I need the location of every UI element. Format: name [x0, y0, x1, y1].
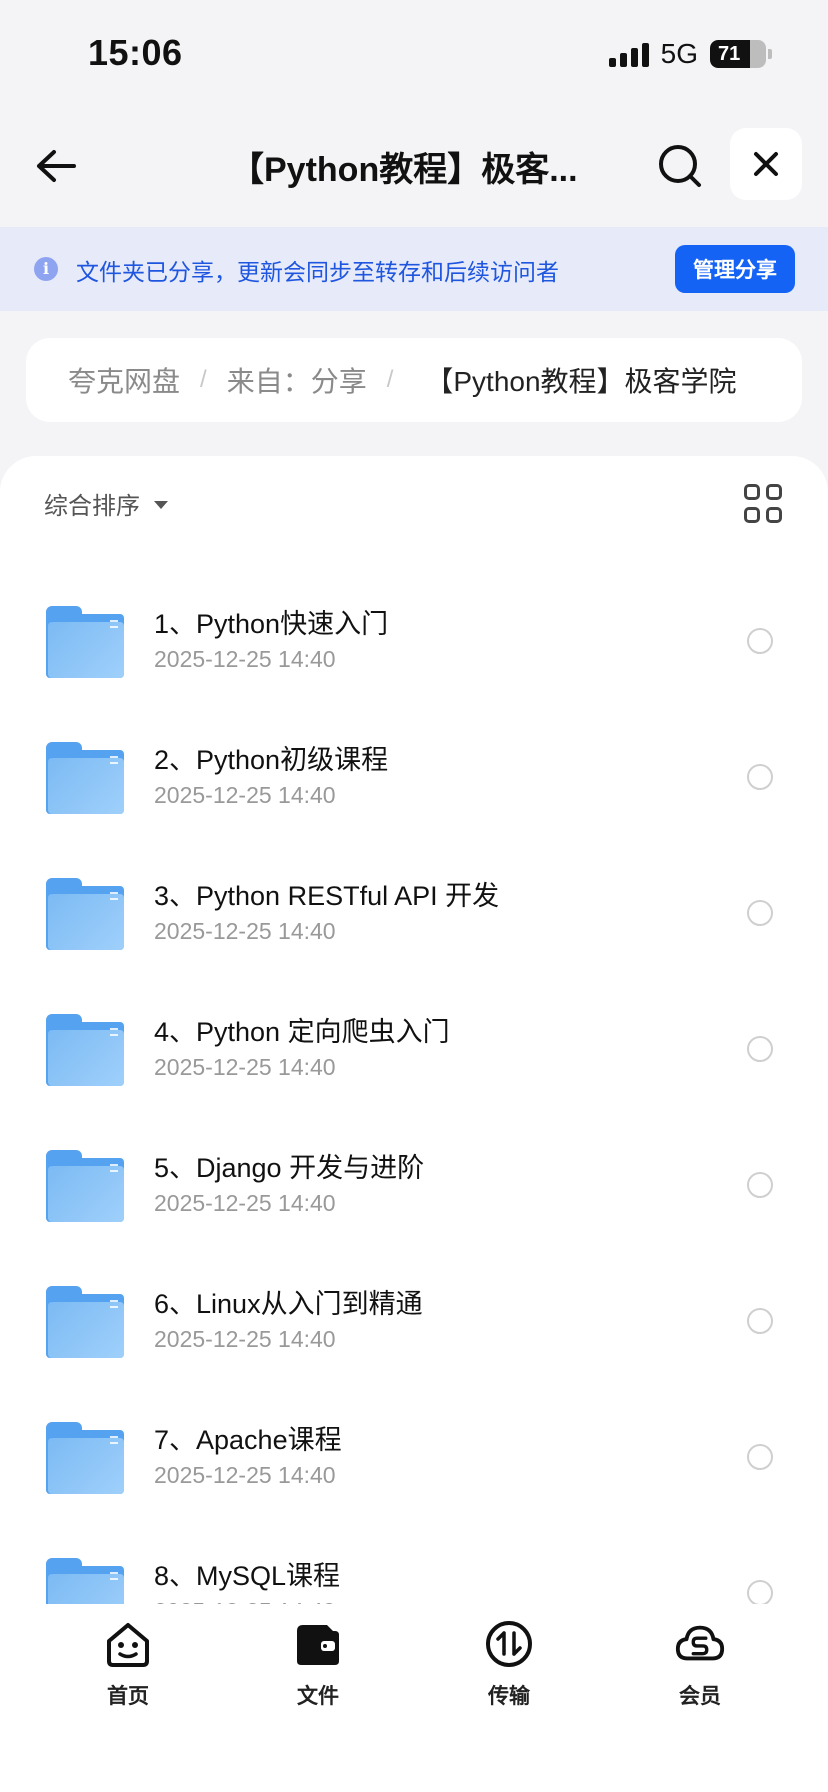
home-smile-icon — [102, 1618, 154, 1670]
share-notice-banner: i 文件夹已分享，更新会同步至转存和后续访问者 管理分享 — [0, 227, 828, 311]
nav-label-transfer: 传输 — [488, 1685, 530, 1708]
select-checkbox[interactable] — [747, 900, 773, 926]
nav-item-home[interactable]: 首页 — [68, 1618, 188, 1710]
wallet-folder-icon — [292, 1618, 344, 1670]
select-checkbox[interactable] — [747, 764, 773, 790]
info-icon: i — [34, 257, 58, 281]
file-date: 2025-12-25 14:40 — [154, 1190, 336, 1216]
file-row[interactable]: 7、Apache课程 2025-12-25 14:40 — [0, 1402, 828, 1538]
file-list: 1、Python快速入门 2025-12-25 14:40 2、Python初级… — [0, 586, 828, 1606]
status-indicators: 5G 71 — [608, 38, 772, 70]
nav-item-files[interactable]: 文件 — [258, 1618, 378, 1710]
bottom-nav: 首页 文件 传输 会员 — [0, 1604, 828, 1792]
file-name: 8、MySQL课程 — [154, 1561, 341, 1591]
file-name: 6、Linux从入门到精通 — [154, 1289, 423, 1319]
nav-label-files: 文件 — [297, 1685, 339, 1708]
battery-tip — [768, 49, 772, 59]
signal-icon — [608, 41, 649, 67]
select-checkbox[interactable] — [747, 628, 773, 654]
sort-dropdown[interactable]: 综合排序 — [44, 486, 168, 521]
breadcrumb-separator: / — [386, 366, 394, 393]
network-label: 5G — [660, 38, 698, 69]
folder-icon — [46, 742, 124, 814]
breadcrumb-separator: / — [200, 366, 207, 393]
file-row[interactable]: 2、Python初级课程 2025-12-25 14:40 — [0, 722, 828, 858]
search-icon — [659, 145, 701, 187]
nav-item-member[interactable]: 会员 — [640, 1618, 760, 1710]
nav-label-member: 会员 — [679, 1685, 721, 1708]
nav-label-home: 首页 — [107, 1685, 149, 1708]
select-checkbox[interactable] — [747, 1308, 773, 1334]
file-row[interactable]: 1、Python快速入门 2025-12-25 14:40 — [0, 586, 828, 722]
manage-share-button[interactable]: 管理分享 — [675, 245, 795, 293]
breadcrumb: 夸克网盘 / 来自：分享 / 【Python教程】极客学院 — [26, 338, 802, 422]
folder-icon — [46, 1286, 124, 1358]
status-time: 15:06 — [88, 32, 183, 73]
folder-icon — [46, 1558, 124, 1606]
file-row[interactable]: 3、Python RESTful API 开发 2025-12-25 14:40 — [0, 858, 828, 994]
file-row[interactable]: 6、Linux从入门到精通 2025-12-25 14:40 — [0, 1266, 828, 1402]
caret-down-icon — [154, 500, 168, 509]
sort-label: 综合排序 — [44, 493, 140, 520]
file-row[interactable]: 8、MySQL课程 2025-12-25 14:40 — [0, 1538, 828, 1606]
file-date: 2025-12-25 14:40 — [154, 1054, 336, 1080]
folder-icon — [46, 1422, 124, 1494]
transfer-icon — [483, 1618, 535, 1670]
file-date: 2025-12-25 14:40 — [154, 646, 336, 672]
select-checkbox[interactable] — [747, 1036, 773, 1062]
file-date: 2025-12-25 14:40 — [154, 1462, 336, 1488]
breadcrumb-share[interactable]: 来自：分享 — [227, 360, 367, 400]
battery-level: 71 — [718, 42, 741, 65]
share-notice-text: 文件夹已分享，更新会同步至转存和后续访问者 — [76, 259, 559, 285]
file-date: 2025-12-25 14:40 — [154, 1326, 336, 1352]
close-icon — [754, 152, 778, 176]
folder-icon — [46, 1150, 124, 1222]
file-name: 4、Python 定向爬虫入门 — [154, 1017, 450, 1047]
folder-icon — [46, 606, 124, 678]
battery-icon: 71 — [710, 40, 766, 68]
arrow-left-icon — [37, 150, 76, 182]
file-name: 7、Apache课程 — [154, 1425, 342, 1455]
file-row[interactable]: 4、Python 定向爬虫入门 2025-12-25 14:40 — [0, 994, 828, 1130]
breadcrumb-current: 【Python教程】极客学院 — [425, 366, 737, 397]
back-button[interactable] — [30, 140, 82, 192]
close-button[interactable] — [730, 128, 802, 200]
select-checkbox[interactable] — [747, 1444, 773, 1470]
top-bar: 【Python教程】极客... — [0, 120, 828, 210]
cloud-member-icon — [674, 1618, 726, 1670]
file-list-panel: 综合排序 1、Python快速入门 2025-12-25 14:40 2、Pyt… — [0, 456, 828, 1792]
file-row[interactable]: 5、Django 开发与进阶 2025-12-25 14:40 — [0, 1130, 828, 1266]
file-date: 2025-12-25 14:40 — [154, 918, 336, 944]
grid-view-icon[interactable] — [744, 484, 784, 524]
select-checkbox[interactable] — [747, 1580, 773, 1606]
file-name: 1、Python快速入门 — [154, 609, 389, 639]
file-name: 3、Python RESTful API 开发 — [154, 881, 500, 911]
status-bar: 15:06 5G 71 — [0, 0, 828, 100]
select-checkbox[interactable] — [747, 1172, 773, 1198]
file-name: 2、Python初级课程 — [154, 745, 389, 775]
file-name: 5、Django 开发与进阶 — [154, 1153, 425, 1183]
breadcrumb-root[interactable]: 夸克网盘 — [68, 360, 180, 400]
page-title: 【Python教程】极客... — [230, 151, 578, 189]
file-date: 2025-12-25 14:40 — [154, 782, 336, 808]
folder-icon — [46, 878, 124, 950]
search-button[interactable] — [652, 138, 708, 194]
nav-item-transfer[interactable]: 传输 — [449, 1618, 569, 1710]
folder-icon — [46, 1014, 124, 1086]
